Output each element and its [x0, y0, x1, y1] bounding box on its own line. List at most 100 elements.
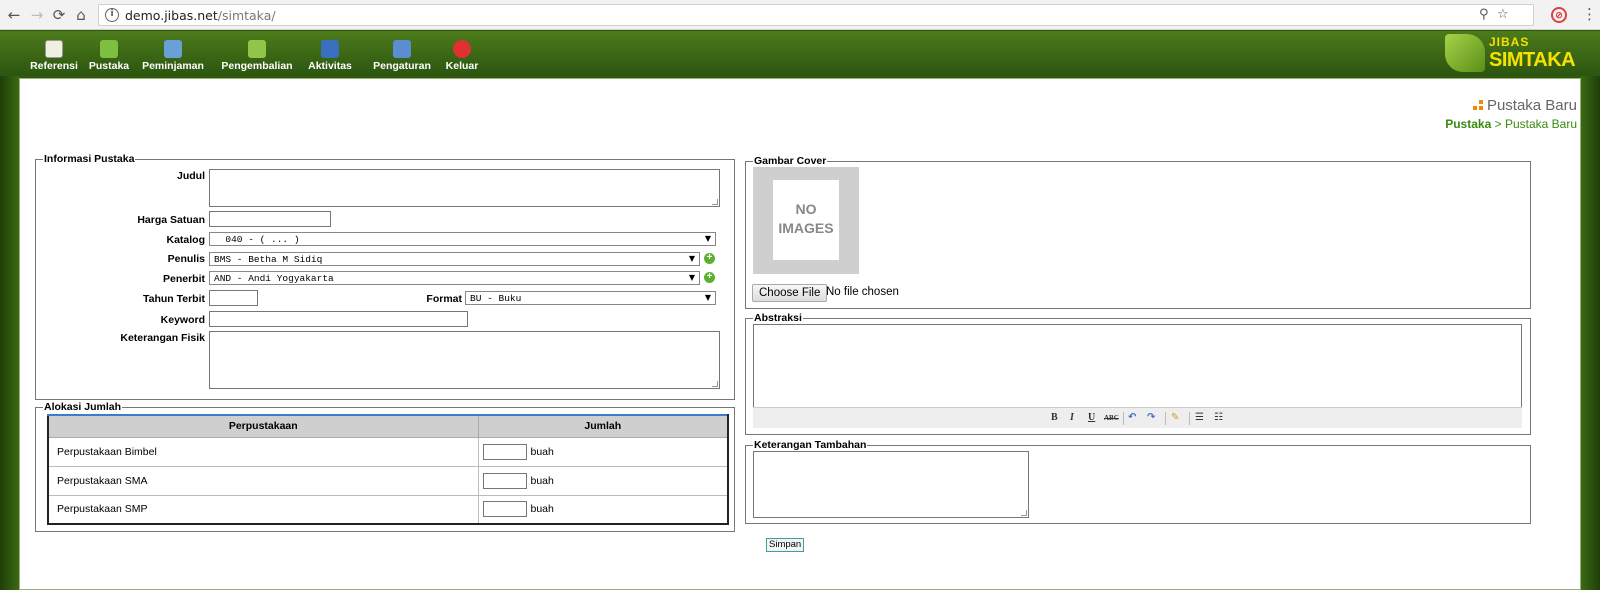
jumlah-input[interactable]: [482, 472, 527, 489]
keyword-input[interactable]: [209, 311, 468, 327]
section-legend: Abstraksi: [754, 312, 802, 324]
keterangan-fisik-textarea[interactable]: [209, 331, 720, 389]
add-penulis-icon[interactable]: +: [704, 253, 715, 264]
keyword-label: Keyword: [160, 314, 205, 326]
reload-icon[interactable]: ⟳: [49, 5, 69, 25]
nav-label: Aktivitas: [308, 60, 352, 72]
table-row: Perpustakaan Bimbel buah: [47, 436, 729, 467]
chevron-down-icon: ▼: [688, 273, 695, 282]
title-dots-icon: [1472, 100, 1483, 111]
perpustakaan-name: Perpustakaan Bimbel: [47, 436, 479, 467]
simpan-button[interactable]: Simpan: [766, 538, 805, 552]
nav-aktivitas[interactable]: Aktivitas: [305, 31, 355, 76]
page-title: Pustaka Baru: [1472, 97, 1577, 114]
unit-label: buah: [530, 503, 554, 516]
section-legend: Alokasi Jumlah: [44, 401, 122, 413]
power-icon: [453, 40, 471, 58]
judul-label: Judul: [177, 170, 205, 182]
tahun-label: Tahun Terbit: [142, 293, 205, 305]
katalog-select[interactable]: 040 - ( ... ) ▼: [209, 232, 716, 246]
add-penerbit-icon[interactable]: +: [704, 272, 715, 283]
leaf-logo-icon: [1445, 34, 1485, 72]
monitor-icon: [321, 40, 339, 58]
tahun-input[interactable]: [209, 290, 258, 306]
browser-menu-icon[interactable]: ⋮: [1582, 5, 1597, 23]
browser-toolbar: ← → ⟳ ⌂ i demo.jibas.net/simtaka/ ⚲ ☆ ⊘ …: [0, 0, 1600, 30]
chevron-down-icon: ▼: [688, 254, 695, 263]
books-icon: [100, 40, 118, 58]
italic-icon[interactable]: I: [1070, 412, 1074, 423]
penulis-label: Penulis: [167, 253, 205, 265]
referensi-icon: [45, 40, 63, 58]
cleanup-icon[interactable]: ✎: [1171, 412, 1179, 423]
nav-label: Pengaturan: [373, 60, 431, 72]
strikethrough-icon[interactable]: ABC: [1104, 414, 1119, 422]
table-row: Perpustakaan SMP buah: [47, 494, 729, 525]
bullet-list-icon[interactable]: ☰: [1195, 412, 1204, 423]
jumlah-input[interactable]: [482, 501, 527, 518]
settings-icon: [393, 40, 411, 58]
bookmark-star-icon[interactable]: ☆: [1497, 7, 1509, 22]
nav-keluar[interactable]: Keluar: [442, 31, 482, 76]
nav-label: Referensi: [30, 60, 78, 72]
breadcrumb-current: Pustaka Baru: [1504, 117, 1577, 131]
numbered-list-icon[interactable]: ☷: [1214, 412, 1223, 423]
column-header-jumlah: Jumlah: [477, 414, 729, 438]
bold-icon[interactable]: B: [1051, 412, 1058, 423]
borrow-icon: [164, 40, 182, 58]
nav-referensi[interactable]: Referensi: [28, 31, 80, 76]
home-icon[interactable]: ⌂: [71, 5, 91, 25]
nav-label: Keluar: [445, 60, 479, 72]
forward-icon[interactable]: →: [27, 5, 47, 25]
app-logo: JIBAS SIMTAKA: [1445, 34, 1576, 74]
breadcrumb: Pustaka > Pustaka Baru: [1445, 117, 1577, 131]
undo-icon[interactable]: ↶: [1128, 412, 1136, 423]
harga-input[interactable]: [209, 211, 331, 227]
alokasi-table: Perpustakaan Jumlah Perpustakaan Bimbel …: [47, 414, 729, 525]
perpustakaan-name: Perpustakaan SMP: [47, 494, 479, 525]
choose-file-button[interactable]: Choose File: [752, 284, 828, 302]
extension-icon[interactable]: ⊘: [1551, 7, 1567, 23]
logo-text-top: JIBAS: [1489, 35, 1530, 49]
judul-textarea[interactable]: [209, 169, 720, 207]
nav-peminjaman[interactable]: Peminjaman: [140, 31, 206, 76]
nav-label: Peminjaman: [142, 60, 204, 72]
format-select[interactable]: BU - Buku ▼: [465, 291, 716, 305]
jumlah-input[interactable]: [482, 443, 527, 460]
chevron-down-icon: ▼: [704, 293, 711, 302]
left-border: [0, 76, 19, 590]
unit-label: buah: [530, 445, 554, 458]
app-header: Referensi Pustaka Peminjaman Pengembalia…: [0, 31, 1600, 76]
nav-pengaturan[interactable]: Pengaturan: [371, 31, 433, 76]
url-text: demo.jibas.net/simtaka/: [125, 8, 276, 23]
section-legend: Informasi Pustaka: [44, 153, 135, 165]
table-row: Perpustakaan SMA buah: [47, 465, 729, 496]
keterangan-fisik-label: Keterangan Fisik: [120, 332, 205, 344]
nav-pustaka[interactable]: Pustaka: [87, 31, 131, 76]
section-legend: Gambar Cover: [754, 155, 827, 167]
logo-text-bottom: SIMTAKA: [1489, 49, 1576, 71]
table-header-row: Perpustakaan Jumlah: [47, 414, 729, 438]
address-bar[interactable]: i demo.jibas.net/simtaka/ ⚲ ☆: [98, 4, 1534, 26]
katalog-label: Katalog: [166, 234, 205, 246]
no-image-text-2: IMAGES: [778, 220, 834, 236]
penerbit-select[interactable]: AND - Andi Yogyakarta ▼: [209, 271, 700, 285]
nav-label: Pengembalian: [221, 60, 293, 72]
return-icon: [248, 40, 266, 58]
right-border: [1581, 76, 1600, 590]
nav-pengembalian[interactable]: Pengembalian: [219, 31, 295, 76]
back-icon[interactable]: ←: [4, 5, 24, 25]
file-status-text: No file chosen: [826, 286, 899, 298]
breadcrumb-root[interactable]: Pustaka: [1445, 117, 1491, 131]
redo-icon[interactable]: ↷: [1147, 412, 1155, 423]
section-legend: Keterangan Tambahan: [754, 439, 867, 451]
keterangan-tambahan-textarea[interactable]: [753, 451, 1029, 518]
chevron-down-icon: ▼: [704, 234, 711, 243]
site-info-icon[interactable]: i: [105, 8, 119, 22]
penulis-select[interactable]: BMS - Betha M Sidiq ▼: [209, 252, 700, 266]
no-image-text-1: NO: [795, 201, 817, 217]
key-icon[interactable]: ⚲: [1479, 7, 1489, 22]
format-label: Format: [426, 293, 462, 305]
no-image-placeholder: NO IMAGES: [753, 167, 859, 274]
underline-icon[interactable]: U: [1088, 412, 1095, 423]
